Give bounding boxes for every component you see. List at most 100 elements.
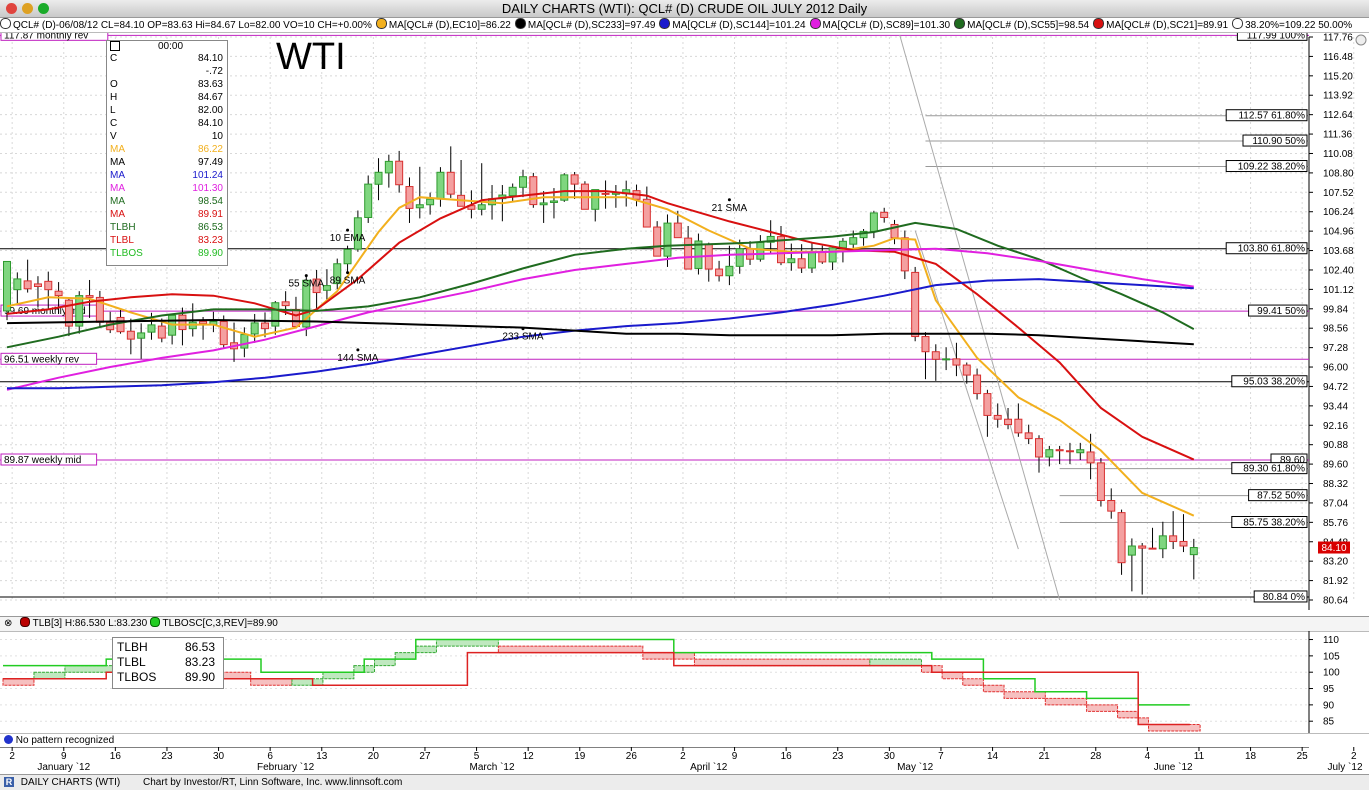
tlb-y-tick-label: 85 [1323,717,1335,728]
candle-body [725,265,734,277]
month-label: May `12 [897,761,934,773]
data-window-row: L 82.00 [110,105,225,117]
candle-body [219,321,228,346]
candle-body [384,160,393,174]
y-tick-label: 94.72 [1323,382,1348,393]
candle-body [715,268,724,277]
candle-body [271,302,280,327]
ma-label: 10 EMA [330,233,366,244]
candle-body [973,374,982,395]
close-window-button[interactable] [6,3,17,14]
candle-body [1086,451,1095,464]
candle-body [44,280,53,291]
tlb-y-tick-label: 90 [1323,700,1335,711]
data-window-key: L [110,105,116,116]
data-window-value: 84.10 [197,118,223,129]
fib-label: 109.22 38.20% [1238,162,1305,173]
candle-body [983,393,992,416]
series-swatch-icon [375,18,387,29]
close-panel-icon[interactable]: ⊗ [4,617,12,631]
candle-body [756,241,765,260]
tlb-brick [497,645,644,654]
y-tick-label: 103.68 [1323,246,1354,257]
candle-body [415,204,424,209]
ma-label-dot [346,271,350,275]
tlb-value-row: TLBH 86.53 [117,640,217,655]
candle-body [931,351,940,360]
data-window-row: C 84.10 [110,53,225,65]
data-window-row: MA 97.49 [110,157,225,169]
info-item-text: MA[QCL# (D),SC233]=97.49 [527,20,656,31]
y-tick-label: 112.64 [1323,110,1353,121]
y-tick-label: 92.16 [1323,421,1348,432]
price-marker: 84.10 [1321,543,1346,554]
candle-body [880,211,889,218]
candle-body [1148,547,1157,550]
tlb-value: 86.53 [184,640,215,654]
day-label: 12 [523,751,535,762]
level-value: 80.84 0% [1263,592,1305,603]
candle-body [126,330,135,340]
candle-body [178,314,187,331]
tlb-brick [322,671,355,680]
minimize-window-button[interactable] [22,3,33,14]
day-label: 2 [9,751,15,762]
ma-label: 21 SMA [712,203,748,214]
data-window-key: O [110,79,118,90]
tlb-brick [869,658,922,667]
y-tick-label: 97.28 [1323,343,1348,354]
tlbosc-marker-icon [149,617,160,627]
candle-body [921,336,930,353]
candle-body [1117,512,1126,564]
candle-body [33,283,42,287]
data-window-value: 101.24 [192,170,223,181]
candle-body [1127,545,1136,556]
candle-body [549,200,558,203]
candle-body [849,237,858,245]
candle-body [395,160,404,186]
month-label: July `12 [1327,761,1362,773]
ma-label-dot [356,348,360,352]
data-window-row: V 10 [110,131,225,143]
day-label: 5 [474,751,480,762]
data-window-value: -.72 [205,66,223,77]
info-item: MA[QCL# (D),SC89]=101.30 [809,18,953,31]
candle-body [1065,450,1074,453]
y-tick-label: 106.24 [1323,207,1354,218]
candle-body [1096,462,1105,502]
candle-body [23,280,32,290]
y-tick-label: 90.88 [1323,440,1348,451]
candle-body [1158,535,1167,550]
calendar-icon [110,41,120,51]
level-label: 89.87 weekly mid [4,455,81,466]
tlb-value: 89.90 [184,670,215,684]
pattern-bar: No pattern recognized [0,733,1369,747]
data-window-key: C [110,53,118,64]
fib-label: 110.90 50% [1252,136,1305,147]
data-window-key: MA [110,196,125,207]
candle-body [962,364,971,376]
info-item: MA[QCL# (D),SC55]=98.54 [954,18,1091,31]
day-label: 26 [626,751,638,762]
data-window-value: 10 [211,131,223,142]
y-tick-label: 115.20 [1323,71,1353,82]
data-window-row: TLBH 86.53 [110,222,225,234]
scroll-up-button [1355,34,1367,46]
level-value: 117.99 100% [1247,33,1305,41]
info-item-text: QCL# (D)-06/08/12 CL=84.10 OP=83.63 Hi=8… [13,20,372,31]
candle-body [147,324,156,333]
data-window-row: MA 101.30 [110,183,225,195]
month-label: March `12 [470,761,515,773]
day-label: 9 [732,751,738,762]
window-title-bar: DAILY CHARTS (WTI): QCL# (D) CRUDE OIL J… [0,0,1369,18]
zoom-window-button[interactable] [38,3,49,14]
day-label: 13 [316,751,328,762]
candle-body [3,260,11,312]
footer-chart-name: DAILY CHARTS (WTI) [20,777,121,788]
y-tick-label: 96.00 [1323,363,1348,374]
tlb-key: TLBH [117,640,148,654]
candle-body [446,171,455,195]
candle-body [426,198,435,206]
indicator-info-bar: QCL# (D)-06/08/12 CL=84.10 OP=83.63 Hi=8… [0,18,1369,33]
data-window-row: MA 98.54 [110,196,225,208]
